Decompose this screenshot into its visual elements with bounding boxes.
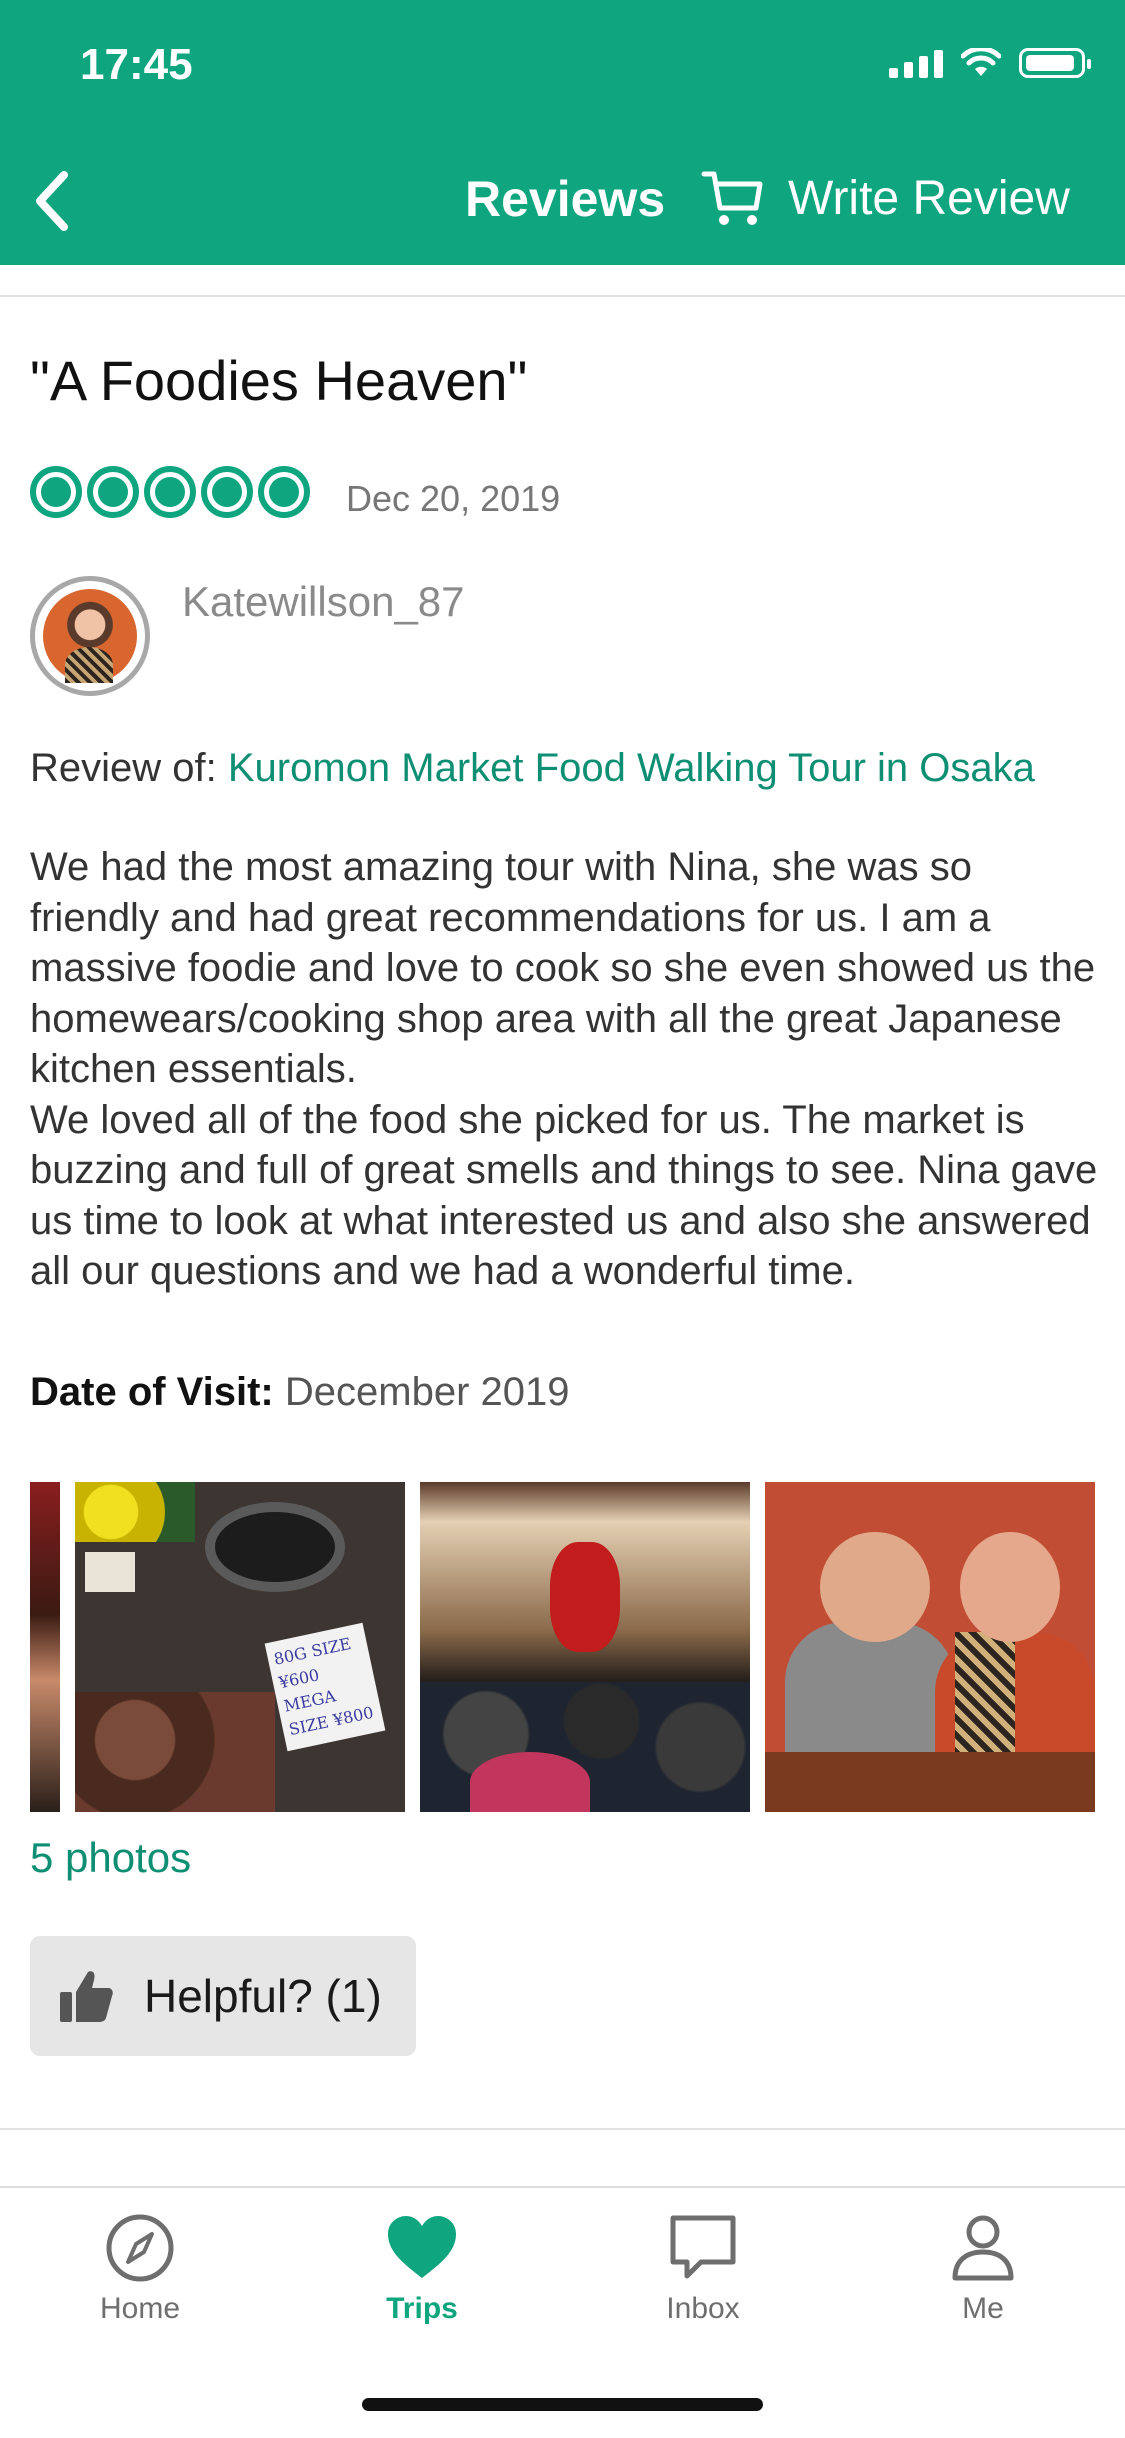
helpful-button[interactable]: Helpful? (1) <box>30 1936 416 2056</box>
wifi-icon <box>961 48 1001 76</box>
review-paragraph: We loved all of the food she picked for … <box>30 1097 1098 1294</box>
cart-icon <box>701 171 763 225</box>
divider <box>0 295 1125 297</box>
person-icon <box>952 2215 1014 2281</box>
photo-strip[interactable]: 80G SIZE ¥600 MEGA SIZE ¥800 <box>30 1482 1105 1812</box>
thumbs-up-icon <box>60 1971 113 2022</box>
date-of-visit: Date of Visit: December 2019 <box>30 1370 569 1415</box>
review-of-label: Review of: <box>30 746 217 790</box>
tab-home[interactable]: Home <box>50 2212 230 2326</box>
rating-bubble-icon <box>258 466 310 518</box>
tab-label: Me <box>962 2292 1004 2325</box>
chevron-left-icon <box>36 171 68 231</box>
top-header: 17:45 Reviews Write Review <box>0 0 1125 265</box>
review-paragraph: We had the most amazing tour with Nina, … <box>30 845 1096 1091</box>
review-date: Dec 20, 2019 <box>346 478 561 519</box>
tab-trips[interactable]: Trips <box>332 2212 512 2326</box>
photo-thumbnail[interactable] <box>765 1482 1095 1812</box>
photos-count-link[interactable]: 5 photos <box>30 1834 191 1882</box>
rating-bubble-icon <box>30 466 82 518</box>
write-review-button[interactable]: Write Review <box>700 168 1070 228</box>
review-of: Review of: Kuromon Market Food Walking T… <box>30 746 1035 791</box>
heart-icon <box>388 2216 456 2278</box>
rating-bubble-icon <box>144 466 196 518</box>
tab-label: Inbox <box>666 2292 740 2325</box>
helpful-label: Helpful? (1) <box>144 1970 382 2022</box>
tab-inbox[interactable]: Inbox <box>613 2212 793 2326</box>
review-body: We had the most amazing tour with Nina, … <box>30 842 1105 1297</box>
back-button[interactable] <box>22 166 82 236</box>
chat-icon <box>670 2215 736 2279</box>
status-time: 17:45 <box>80 40 193 89</box>
date-of-visit-label: Date of Visit: <box>30 1370 274 1414</box>
rating-bubble-icon <box>87 466 139 518</box>
status-icons <box>889 48 1091 78</box>
compass-icon <box>106 2214 174 2282</box>
photo-thumbnail[interactable] <box>30 1482 60 1812</box>
divider <box>0 2128 1125 2130</box>
battery-icon <box>1019 48 1091 78</box>
home-indicator <box>362 2398 763 2411</box>
avatar[interactable] <box>30 576 150 696</box>
header-title: Reviews <box>465 171 666 227</box>
write-review-label: Write Review <box>788 171 1070 225</box>
photo-thumbnail[interactable]: 80G SIZE ¥600 MEGA SIZE ¥800 <box>75 1482 405 1812</box>
rating-bubble-icon <box>201 466 253 518</box>
tab-label: Trips <box>386 2292 458 2325</box>
rating-bubbles <box>30 466 310 518</box>
photo-thumbnail[interactable] <box>420 1482 750 1812</box>
date-of-visit-value: December 2019 <box>284 1370 570 1414</box>
username[interactable]: Katewillson_87 <box>182 578 465 626</box>
tab-me[interactable]: Me <box>893 2212 1073 2326</box>
signal-icon <box>889 48 943 78</box>
tab-label: Home <box>99 2292 181 2325</box>
review-title: "A Foodies Heaven" <box>30 349 528 412</box>
tour-link[interactable]: Kuromon Market Food Walking Tour in Osak… <box>228 746 1035 790</box>
photo-price-sign: 80G SIZE ¥600 MEGA SIZE ¥800 <box>264 1622 386 1752</box>
